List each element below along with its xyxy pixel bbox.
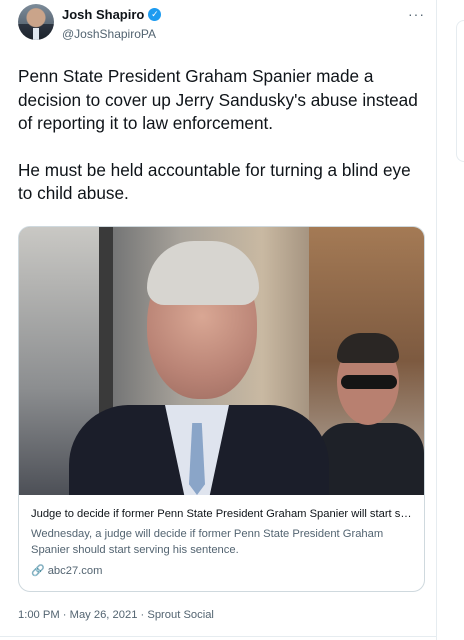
tweet: Josh Shapiro ✓ @JoshShapiroPA ··· Penn S… bbox=[0, 0, 437, 640]
sidebar-edge bbox=[456, 20, 464, 162]
divider bbox=[0, 636, 436, 637]
tweet-text: Penn State President Graham Spanier made… bbox=[18, 65, 428, 206]
link-card[interactable]: Judge to decide if former Penn State Pre… bbox=[18, 226, 425, 592]
avatar[interactable] bbox=[18, 4, 54, 40]
card-domain-row: 🔗 abc27.com bbox=[31, 564, 412, 578]
more-options-icon[interactable]: ··· bbox=[408, 6, 425, 22]
verified-badge-icon: ✓ bbox=[148, 8, 162, 21]
card-domain: abc27.com bbox=[47, 564, 103, 577]
tweet-meta: 1:00 PM · May 26, 2021 · Sprout Social bbox=[18, 609, 214, 621]
author-row: Josh Shapiro ✓ bbox=[62, 7, 162, 22]
tweet-paragraph-1: Penn State President Graham Spanier made… bbox=[18, 66, 418, 133]
card-title[interactable]: Judge to decide if former Penn State Pre… bbox=[31, 507, 412, 522]
author-handle[interactable]: @JoshShapiroPA bbox=[62, 27, 156, 41]
tweet-date[interactable]: May 26, 2021 bbox=[70, 609, 138, 621]
meta-separator: · bbox=[59, 609, 70, 621]
card-info: Judge to decide if former Penn State Pre… bbox=[19, 495, 424, 577]
tweet-paragraph-2: He must be held accountable for turning … bbox=[18, 159, 411, 204]
meta-separator: · bbox=[137, 609, 148, 621]
author-name[interactable]: Josh Shapiro bbox=[62, 7, 144, 22]
tweet-source[interactable]: Sprout Social bbox=[147, 609, 214, 621]
link-icon: 🔗 bbox=[31, 565, 45, 577]
card-photo[interactable] bbox=[19, 227, 424, 495]
tweet-time[interactable]: 1:00 PM bbox=[18, 609, 60, 621]
card-description: Wednesday, a judge will decide if former… bbox=[31, 528, 384, 556]
